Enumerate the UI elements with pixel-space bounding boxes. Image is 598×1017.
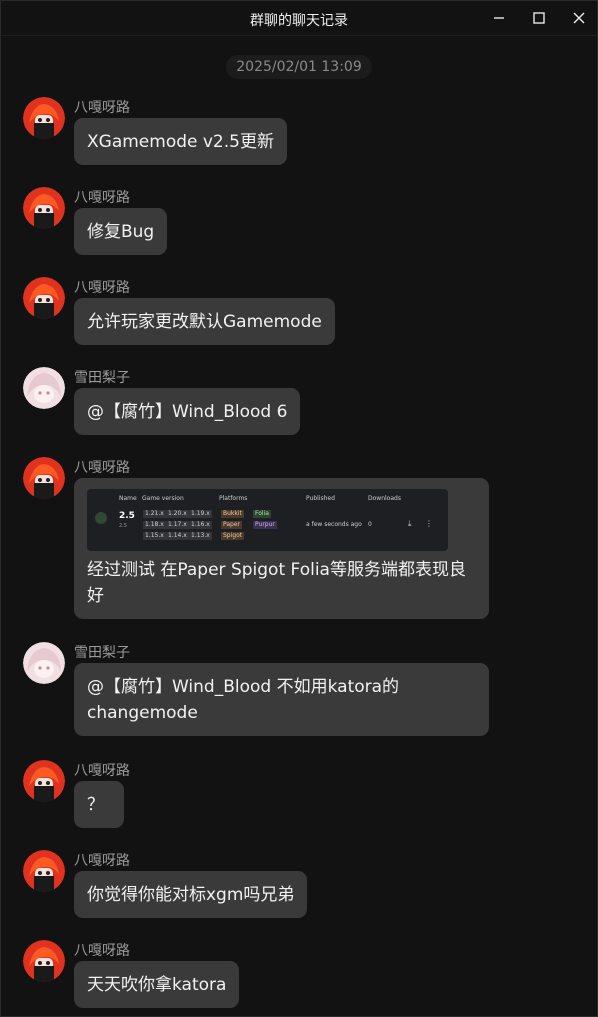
game-version-chip: 1.20.x xyxy=(166,510,189,518)
message-text: @【腐竹】Wind_Blood 6 xyxy=(87,402,288,422)
red-hair-avatar[interactable] xyxy=(23,760,65,802)
sender-name: 八嘎呀路 xyxy=(74,100,130,116)
message-text: 经过测试 在Paper Spigot Folia等服务端都表现良好 xyxy=(87,560,466,606)
avatar-image xyxy=(23,97,65,139)
avatar-image xyxy=(23,367,65,409)
avatar-image xyxy=(23,187,65,229)
red-hair-avatar[interactable] xyxy=(23,850,65,892)
more-icon[interactable]: ⋮ xyxy=(425,520,433,528)
message-text: @【腐竹】Wind_Blood 不如用katora的changemode xyxy=(87,677,400,723)
message-text: 允许玩家更改默认Gamemode xyxy=(87,312,322,332)
game-version-chip: 1.14.x xyxy=(166,532,189,540)
col-header: Platforms xyxy=(219,495,248,502)
download-icon[interactable]: ⤓ xyxy=(408,520,412,528)
col-header: Published xyxy=(306,495,335,502)
pink-anime-avatar[interactable] xyxy=(23,367,65,409)
chat-history-window: 群聊的聊天记录 2025/02/01 13:09 八嘎呀路 XGamemode … xyxy=(0,0,598,1017)
maximize-icon xyxy=(533,12,545,24)
red-hair-avatar[interactable] xyxy=(23,187,65,229)
col-header: Name xyxy=(119,495,137,502)
message-text: 天天吹你拿katora xyxy=(87,975,227,995)
red-hair-avatar[interactable] xyxy=(23,940,65,982)
message-bubble[interactable]: @【腐竹】Wind_Blood 不如用katora的changemode xyxy=(74,663,489,736)
sender-name: 八嘎呀路 xyxy=(74,853,130,869)
message-bubble[interactable]: 允许玩家更改默认Gamemode xyxy=(74,298,335,345)
avatar-image xyxy=(23,760,65,802)
avatar-image xyxy=(23,940,65,982)
message-bubble[interactable]: ？ xyxy=(74,781,124,828)
embedded-screenshot[interactable]: Name Game version Platforms Published Do… xyxy=(87,489,448,551)
title-bar[interactable]: 群聊的聊天记录 xyxy=(1,1,597,36)
version-sub: 2.5 xyxy=(119,523,127,529)
close-icon xyxy=(573,12,585,24)
sender-name: 八嘎呀路 xyxy=(74,280,130,296)
game-version-chip: 1.18.x xyxy=(143,521,166,529)
message-bubble[interactable]: @【腐竹】Wind_Blood 6 xyxy=(74,388,301,435)
platform-chip: Paper xyxy=(221,521,242,529)
minimize-button[interactable] xyxy=(479,1,519,35)
message-bubble[interactable]: 天天吹你拿katora xyxy=(74,961,240,1008)
message-text: ？ xyxy=(87,795,104,815)
message-text: XGamemode v2.5更新 xyxy=(87,132,274,152)
red-hair-avatar[interactable] xyxy=(23,457,65,499)
col-header: Game version xyxy=(142,495,184,502)
minimize-icon xyxy=(494,17,504,19)
version-badge-icon xyxy=(95,512,107,524)
version-number: 2.5 xyxy=(119,511,135,521)
avatar-image xyxy=(23,457,65,499)
sender-name: 八嘎呀路 xyxy=(74,763,130,779)
sender-name: 雪田梨子 xyxy=(74,370,130,386)
sender-name: 八嘎呀路 xyxy=(74,460,130,476)
timestamp: 2025/02/01 13:09 xyxy=(226,55,372,79)
red-hair-avatar[interactable] xyxy=(23,277,65,319)
pink-anime-avatar[interactable] xyxy=(23,642,65,684)
game-version-chip: 1.21.x xyxy=(143,510,166,518)
red-hair-avatar[interactable] xyxy=(23,97,65,139)
game-version-chip: 1.16.x xyxy=(189,521,212,529)
message-bubble[interactable]: 修复Bug xyxy=(74,208,168,255)
avatar-image xyxy=(23,850,65,892)
sender-name: 雪田梨子 xyxy=(74,645,130,661)
message-text: 你觉得你能对标xgm吗兄弟 xyxy=(87,885,295,905)
game-version-chip: 1.13.x xyxy=(189,532,212,540)
game-version-chip: 1.19.x xyxy=(189,510,212,518)
sender-name: 八嘎呀路 xyxy=(74,943,130,959)
avatar-image xyxy=(23,277,65,319)
message-bubble[interactable]: Name Game version Platforms Published Do… xyxy=(74,478,489,619)
game-version-chip: 1.17.x xyxy=(166,521,189,529)
avatar-image xyxy=(23,642,65,684)
downloads-count: 0 xyxy=(368,521,372,528)
platform-chip: Folia xyxy=(253,510,271,518)
published-time: a few seconds ago xyxy=(306,521,362,528)
sender-name: 八嘎呀路 xyxy=(74,190,130,206)
platform-chip: Bukkit xyxy=(221,510,244,518)
close-button[interactable] xyxy=(559,1,597,35)
message-bubble[interactable]: XGamemode v2.5更新 xyxy=(74,118,287,165)
platform-chip: Purpur xyxy=(253,521,277,529)
maximize-button[interactable] xyxy=(519,1,559,35)
message-text: 修复Bug xyxy=(87,222,155,242)
platform-chip: Spigot xyxy=(221,532,245,540)
game-version-chip: 1.15.x xyxy=(143,532,166,540)
col-header: Downloads xyxy=(368,495,401,502)
message-bubble[interactable]: 你觉得你能对标xgm吗兄弟 xyxy=(74,871,308,918)
